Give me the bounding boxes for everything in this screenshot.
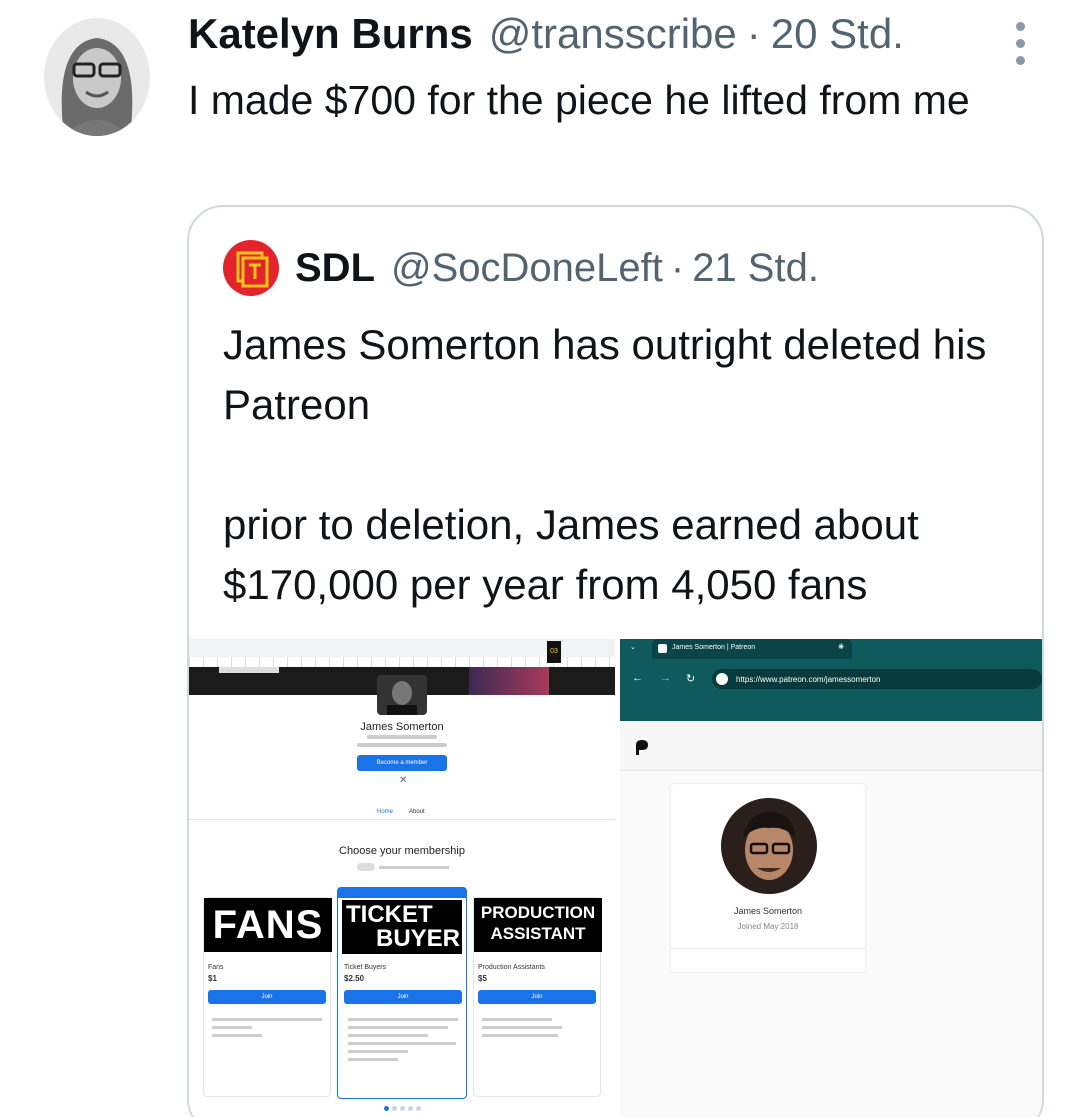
author-name[interactable]: Katelyn Burns	[188, 10, 473, 58]
tier-card-production-assistants[interactable]: PRODUCTION ASSISTANT Production Assistan…	[473, 897, 602, 1097]
pay-annually-toggle[interactable]	[357, 863, 375, 871]
address-bar[interactable]: https://www.patreon.com/jamessomerton	[712, 669, 1042, 689]
join-button[interactable]: Join	[208, 990, 326, 1004]
become-member-button[interactable]: Become a member	[357, 755, 447, 771]
tier-name: Production Assistants	[478, 964, 545, 971]
browser-chrome: James Somerton | Patreon ✕ ⌄ + ← → ↻ htt…	[620, 639, 1042, 721]
x-icon[interactable]: ✕	[399, 775, 407, 786]
recommended-banner	[338, 888, 466, 898]
tab-about[interactable]: About	[409, 809, 425, 815]
url-text: https://www.patreon.com/jamessomerton	[736, 675, 881, 684]
new-tab-icon[interactable]: +	[838, 641, 844, 653]
separator-dot: ·	[746, 10, 761, 57]
tweet-time[interactable]: 20 Std.	[771, 10, 904, 58]
quoted-tweet[interactable]: SDL @SocDoneLeft · 21 Std. James Somerto…	[187, 205, 1044, 1117]
patreon-header	[620, 721, 1042, 771]
separator-dot: ·	[670, 245, 685, 290]
tier-name: Ticket Buyers	[344, 964, 387, 971]
quoted-text: James Somerton has outright deleted his …	[223, 315, 1023, 615]
tier-card-ticket-buyers[interactable]: TICKET BUYER Ticket Buyers $2.50 Join	[337, 887, 467, 1099]
subtitle-line	[367, 735, 437, 739]
tab-menu-icon[interactable]: ⌄	[630, 643, 636, 651]
tier-image-line2: BUYER	[375, 925, 460, 952]
quoted-time[interactable]: 21 Std.	[692, 246, 819, 291]
divider	[189, 819, 615, 820]
profile-card[interactable]: James Somerton Joined May 2018	[670, 783, 866, 973]
quoted-author-name[interactable]: SDL	[295, 246, 375, 291]
more-options-icon[interactable]	[1008, 22, 1034, 66]
tier-price: $5	[478, 974, 487, 983]
sdl-logo-icon	[223, 240, 279, 296]
author-handle[interactable]: @transscribe	[489, 10, 737, 58]
profile-name: James Somerton	[733, 906, 803, 916]
patreon-logo-icon[interactable]	[634, 739, 650, 755]
patreon-favicon-icon	[658, 644, 667, 653]
tier-image-production-assistant: PRODUCTION ASSISTANT	[474, 898, 602, 952]
tier-card-fans[interactable]: FANS Fans $1 Join	[203, 897, 332, 1097]
author-avatar[interactable]	[44, 18, 150, 136]
forward-icon[interactable]: →	[660, 672, 671, 684]
browser-toolbar: 03	[189, 639, 615, 667]
tweet-text: I made $700 for the piece he lifted from…	[188, 77, 970, 123]
patreon-screenshot-left[interactable]: 03 James Somerton Become a member ✕ Home…	[189, 639, 615, 1117]
site-info-icon[interactable]	[716, 673, 728, 685]
reload-icon[interactable]: ↻	[686, 672, 695, 685]
browser-tab[interactable]: James Somerton | Patreon ✕	[652, 639, 852, 659]
tier-price: $1	[208, 974, 217, 983]
quoted-author-handle[interactable]: @SocDoneLeft	[391, 246, 663, 291]
choose-membership-title: Choose your membership	[339, 845, 465, 857]
join-button[interactable]: Join	[478, 990, 596, 1004]
joined-date: Joined May 2018	[737, 922, 799, 931]
tier-image-line1: PRODUCTION	[480, 903, 596, 922]
tab-home[interactable]: Home	[377, 809, 393, 815]
quoted-header: SDL @SocDoneLeft · 21 Std.	[223, 239, 819, 297]
pay-annually-label	[379, 866, 449, 869]
tier-image-line1: TICKET	[346, 901, 433, 928]
quoted-text-p1: James Somerton has outright deleted his …	[223, 321, 987, 428]
tweet-header: Katelyn Burns @transscribe · 20 Std.	[188, 10, 904, 58]
tier-name: Fans	[208, 964, 224, 971]
carousel-dots[interactable]	[384, 1106, 421, 1111]
quoted-text-p2: prior to deletion, James earned about $1…	[223, 501, 919, 608]
tab-title: James Somerton | Patreon	[672, 644, 756, 651]
stats-line	[357, 743, 447, 747]
tier-image-line2: ASSISTANT	[490, 924, 586, 943]
patreon-screenshot-right[interactable]: James Somerton | Patreon ✕ ⌄ + ← → ↻ htt…	[620, 639, 1042, 1117]
tier-image-ticket-buyer: TICKET BUYER	[342, 900, 462, 954]
profile-avatar[interactable]	[721, 798, 817, 894]
time-badge: 03	[547, 641, 561, 663]
tier-image-fans: FANS	[204, 898, 332, 952]
back-icon[interactable]: ←	[632, 672, 643, 684]
profile-avatar[interactable]	[377, 675, 427, 715]
tier-price: $2.50	[344, 974, 365, 983]
join-button[interactable]: Join	[344, 990, 462, 1004]
profile-name: James Somerton	[360, 721, 444, 733]
